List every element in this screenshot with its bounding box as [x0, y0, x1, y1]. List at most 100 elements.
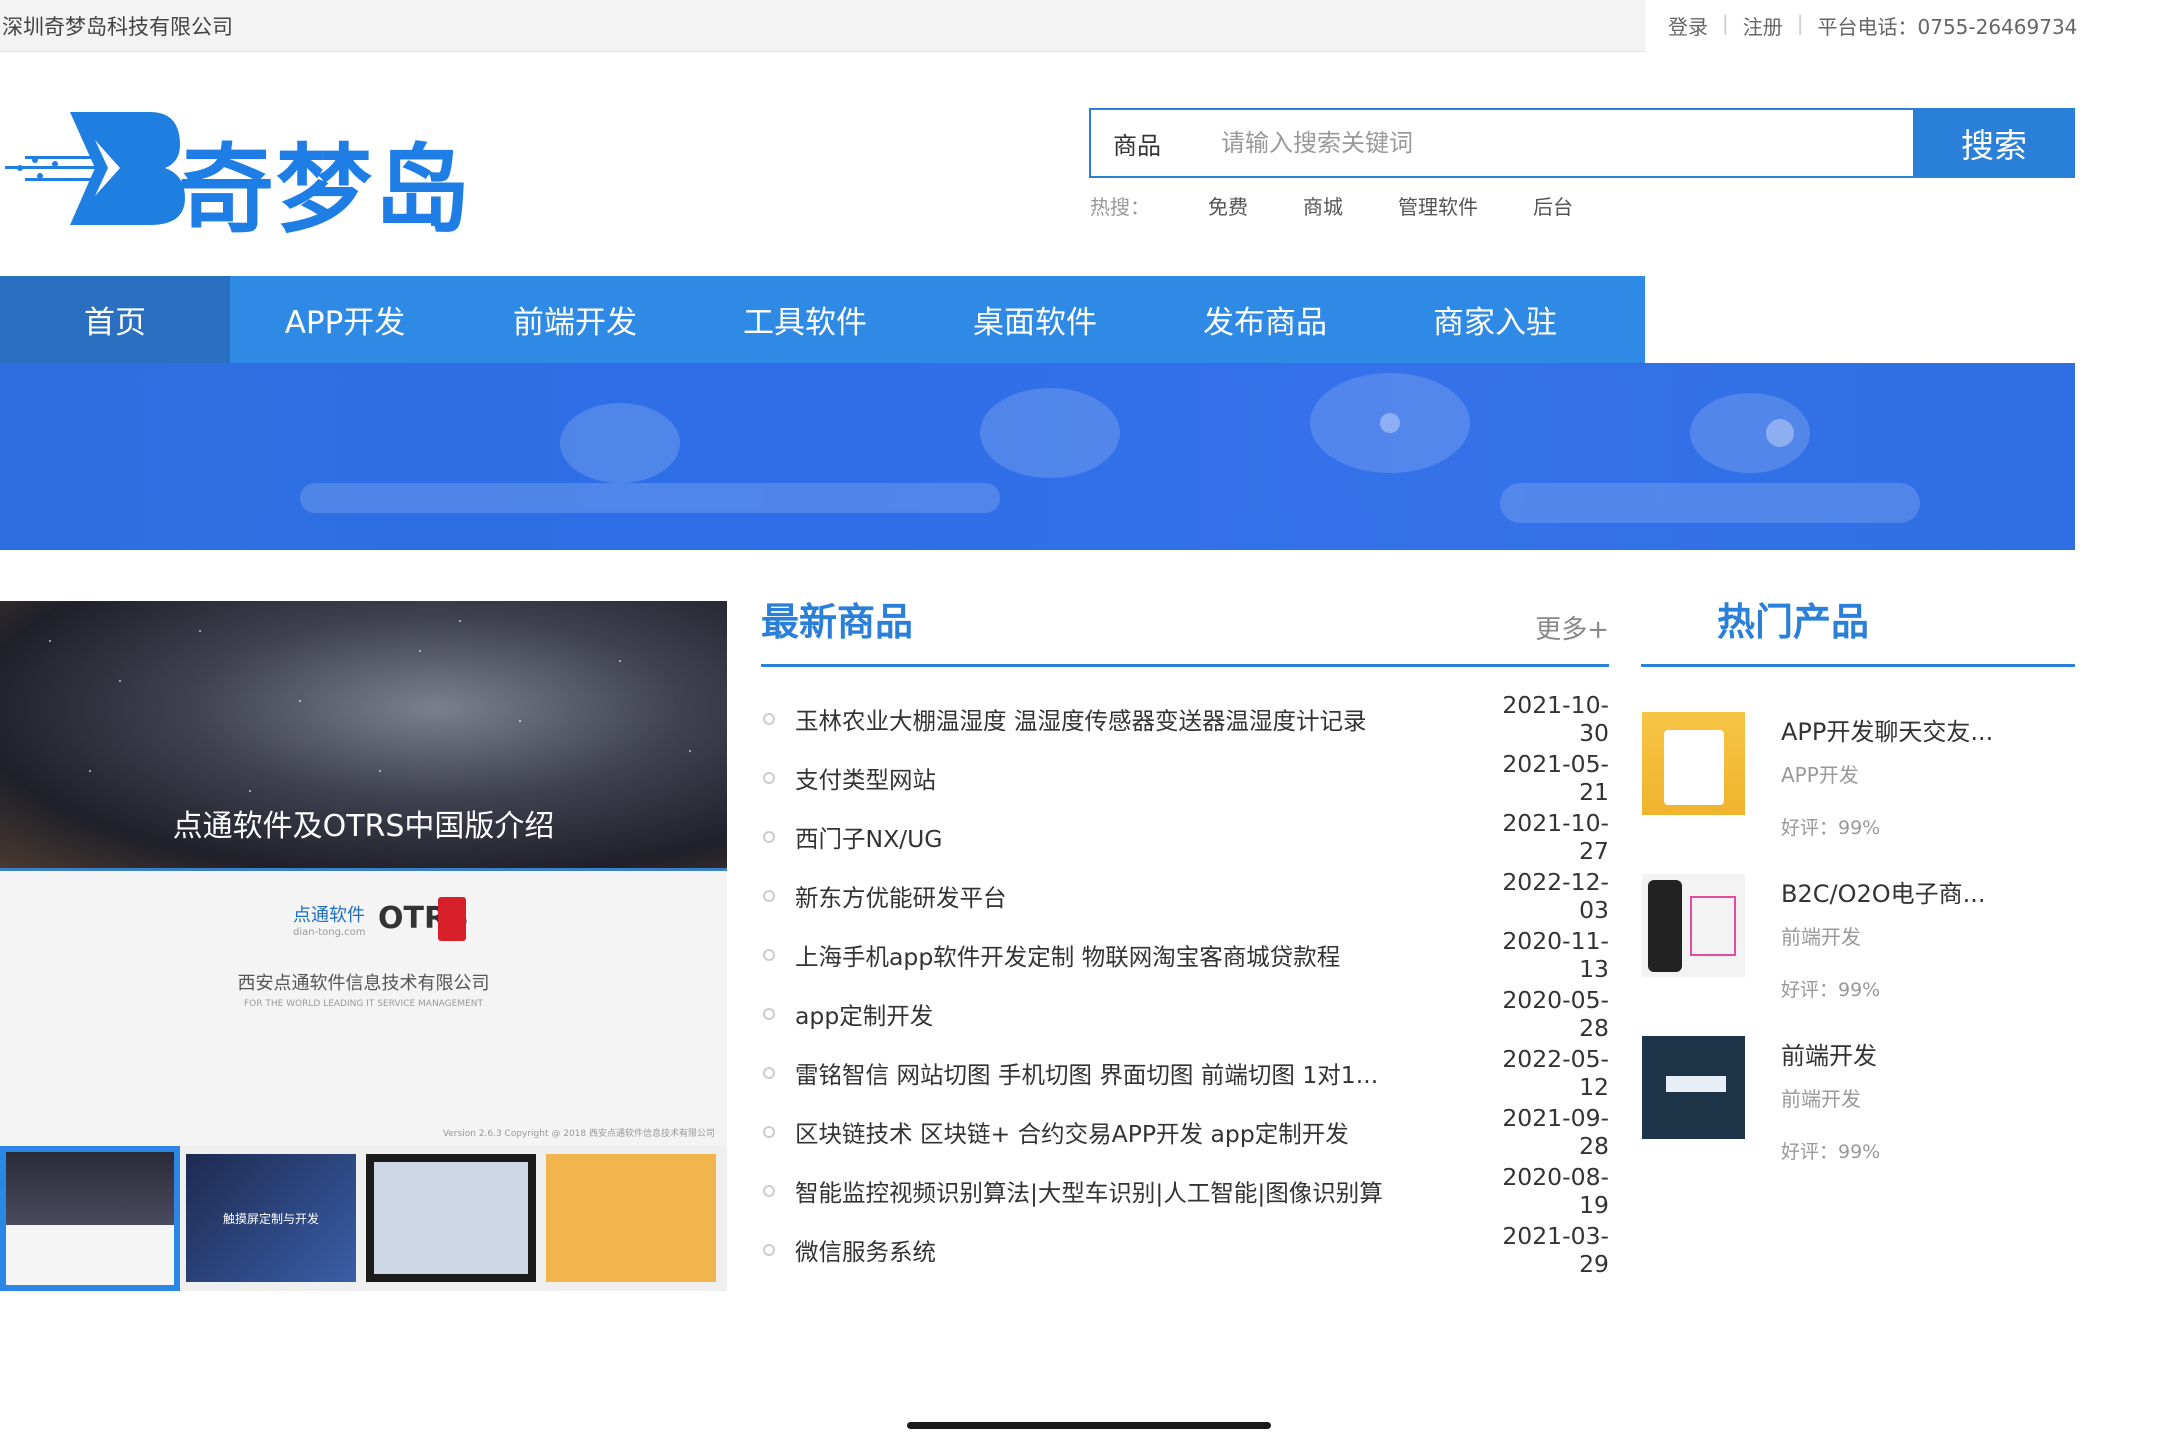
item-title[interactable]: 新东方优能研发平台 — [795, 879, 1479, 913]
list-item[interactable]: 西门子NX/UG 2021-10-27 — [761, 807, 1609, 866]
product-card[interactable]: 前端开发 前端开发 好评：99% — [1641, 1036, 2075, 1181]
list-item[interactable]: 雷铭智信 网站切图 手机切图 界面切图 前端切图 1对1... 2022-05-1… — [761, 1043, 1609, 1102]
bullet-icon — [763, 771, 775, 784]
hot-search-label: 热搜： — [1090, 195, 1150, 219]
brand-dian-tong-name: 点通软件 — [293, 905, 365, 926]
register-link[interactable]: 注册 — [1743, 11, 1783, 40]
hot-keyword[interactable]: 管理软件 — [1398, 191, 1478, 220]
search-button[interactable]: 搜索 — [1913, 108, 2075, 178]
item-date: 2020-08-19 — [1502, 1162, 1609, 1219]
item-date: 2021-10-30 — [1502, 690, 1609, 747]
item-title[interactable]: app定制开发 — [795, 997, 1479, 1031]
logo-text[interactable]: 奇梦岛 — [178, 112, 472, 251]
nav-item-frontend[interactable]: 前端开发 — [460, 276, 690, 363]
slide-image[interactable]: 点通软件及OTRS中国版介绍 — [0, 601, 727, 868]
item-date: 2021-09-28 — [1502, 1103, 1609, 1160]
thumbnail[interactable] — [540, 1146, 720, 1291]
item-title[interactable]: 区块链技术 区块链+ 合约交易APP开发 app定制开发 — [795, 1115, 1479, 1149]
bullet-icon — [763, 712, 775, 725]
product-category: APP开发 — [1781, 763, 1859, 787]
nav-item-desktop[interactable]: 桌面软件 — [920, 276, 1150, 363]
hot-keyword[interactable]: 后台 — [1533, 191, 1573, 220]
list-item[interactable]: 微信服务系统 2021-03-29 — [761, 1220, 1609, 1279]
item-title[interactable]: 上海手机app软件开发定制 物联网淘宝客商城贷款程 — [795, 938, 1479, 972]
item-date: 2021-05-21 — [1502, 749, 1609, 806]
item-title[interactable]: 玉林农业大棚温湿度 温湿度传感器变送器温湿度计记录 — [795, 702, 1479, 736]
thumbnail[interactable] — [0, 1146, 180, 1291]
product-category: 前端开发 — [1781, 1087, 1861, 1111]
slide-version: Version 2.6.3 Copyright @ 2018 西安点通软件信息技… — [442, 1129, 715, 1139]
login-link[interactable]: 登录 — [1668, 11, 1708, 40]
product-card[interactable]: B2C/O2O电子商... 前端开发 好评：99% — [1641, 874, 2075, 1019]
hot-keyword[interactable]: 商城 — [1303, 191, 1343, 220]
hero-banner[interactable] — [0, 363, 2075, 550]
list-item[interactable]: app定制开发 2020-05-28 — [761, 984, 1609, 1043]
brand-dian-tong-url: dian-tong.com — [293, 927, 366, 938]
bullet-icon — [763, 1007, 775, 1020]
nav-item-publish[interactable]: 发布商品 — [1150, 276, 1380, 363]
list-item[interactable]: 新东方优能研发平台 2022-12-03 — [761, 866, 1609, 925]
nav-item-merchant[interactable]: 商家入驻 — [1380, 276, 1610, 363]
item-date: 2022-05-12 — [1502, 1044, 1609, 1101]
item-title[interactable]: 支付类型网站 — [795, 761, 1479, 795]
slide-tagline: FOR THE WORLD LEADING IT SERVICE MANAGEM… — [243, 999, 484, 1009]
home-indicator[interactable] — [907, 1422, 1271, 1429]
section-header: 最新商品 更多+ — [761, 590, 1609, 667]
section-header: 热门产品 — [1641, 590, 2075, 667]
more-link[interactable]: 更多+ — [1535, 609, 1609, 646]
bullet-icon — [763, 948, 775, 961]
platform-phone: 平台电话：0755-26469734 — [1817, 15, 2078, 39]
search-input[interactable] — [1221, 110, 1913, 176]
thumbnail-strip: 触摸屏定制与开发 — [0, 1146, 727, 1291]
nav-item-home[interactable]: 首页 — [0, 276, 230, 363]
latest-list: 玉林农业大棚温湿度 温湿度传感器变送器温湿度计记录 2021-10-30 支付类型… — [761, 689, 1609, 1279]
hot-products: 热门产品 APP开发聊天交友... APP开发 好评：99% B2C/O2O电子… — [1641, 590, 2075, 1163]
list-item[interactable]: 区块链技术 区块链+ 合约交易APP开发 app定制开发 2021-09-28 — [761, 1102, 1609, 1161]
product-image[interactable] — [1642, 874, 1745, 977]
product-name[interactable]: 前端开发 — [1781, 1036, 1877, 1071]
item-title[interactable]: 智能监控视频识别算法|大型车识别|人工智能|图像识别算 — [795, 1174, 1479, 1208]
seal-icon — [438, 897, 466, 941]
list-item[interactable]: 玉林农业大棚温湿度 温湿度传感器变送器温湿度计记录 2021-10-30 — [761, 689, 1609, 748]
item-title[interactable]: 微信服务系统 — [795, 1233, 1479, 1267]
product-rating: 好评：99% — [1781, 817, 1881, 839]
slide-company: 西安点通软件信息技术有限公司 — [237, 973, 490, 994]
product-rating: 好评：99% — [1781, 1141, 1881, 1163]
thumbnail[interactable] — [360, 1146, 540, 1291]
item-title[interactable]: 雷铭智信 网站切图 手机切图 界面切图 前端切图 1对1... — [795, 1056, 1479, 1090]
company-name: 深圳奇梦岛科技有限公司 — [2, 15, 233, 39]
product-image[interactable] — [1642, 1036, 1745, 1139]
item-date: 2021-10-27 — [1502, 808, 1609, 865]
product-rating: 好评：99% — [1781, 979, 1881, 1001]
bullet-icon — [763, 1184, 775, 1197]
product-image[interactable] — [1642, 712, 1745, 815]
search-bar: 商品 搜索 — [1089, 108, 2075, 178]
slide-title: 点通软件及OTRS中国版介绍 — [172, 809, 555, 844]
product-card[interactable]: APP开发聊天交友... APP开发 好评：99% — [1641, 712, 2075, 857]
top-bar: 深圳奇梦岛科技有限公司 — [0, 0, 1645, 52]
list-item[interactable]: 支付类型网站 2021-05-21 — [761, 748, 1609, 807]
top-links: 登录 | 注册 | 平台电话：0755-26469734 — [1668, 11, 2077, 40]
latest-products: 最新商品 更多+ 玉林农业大棚温湿度 温湿度传感器变送器温湿度计记录 2021-1… — [761, 590, 1609, 1279]
item-date: 2020-11-13 — [1502, 926, 1609, 983]
hot-keyword[interactable]: 免费 — [1208, 191, 1248, 220]
hot-search: 热搜： 免费 商城 管理软件 后台 — [1090, 191, 1628, 220]
product-name[interactable]: APP开发聊天交友... — [1781, 712, 1993, 747]
bullet-icon — [763, 830, 775, 843]
product-name[interactable]: B2C/O2O电子商... — [1781, 874, 1986, 909]
list-item[interactable]: 智能监控视频识别算法|大型车识别|人工智能|图像识别算 2020-08-19 — [761, 1161, 1609, 1220]
bullet-icon — [763, 889, 775, 902]
search-category-select[interactable]: 商品 — [1091, 110, 1221, 176]
section-title: 最新商品 — [761, 600, 914, 644]
thumbnail-caption: 触摸屏定制与开发 — [222, 1211, 319, 1226]
list-item[interactable]: 上海手机app软件开发定制 物联网淘宝客商城贷款程 2020-11-13 — [761, 925, 1609, 984]
item-title[interactable]: 西门子NX/UG — [795, 820, 1479, 854]
bullet-icon — [763, 1243, 775, 1256]
item-date: 2021-03-29 — [1502, 1221, 1609, 1278]
separator: | — [1722, 11, 1729, 35]
thumbnail[interactable]: 触摸屏定制与开发 — [180, 1146, 360, 1291]
item-date: 2022-12-03 — [1502, 867, 1609, 924]
nav-item-tools[interactable]: 工具软件 — [690, 276, 920, 363]
product-gallery: 点通软件及OTRS中国版介绍 点通软件 dian-tong.com OTRS 西… — [0, 601, 727, 1291]
nav-item-app[interactable]: APP开发 — [230, 276, 460, 363]
